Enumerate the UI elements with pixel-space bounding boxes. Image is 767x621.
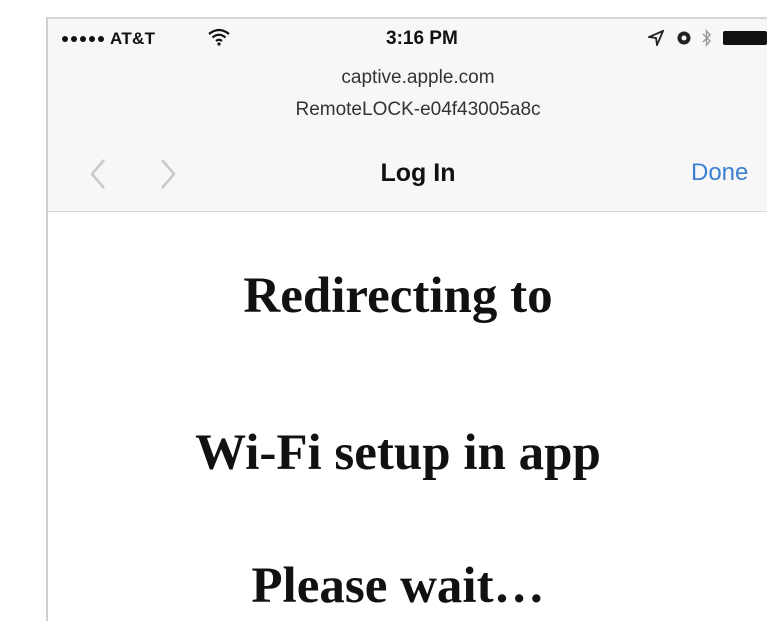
bluetooth-icon (702, 29, 711, 47)
status-time: 3:16 PM (386, 28, 458, 49)
network-name-label: RemoteLOCK-e04f43005a8c (295, 99, 541, 120)
battery-icon (723, 31, 767, 45)
domain-label: captive.apple.com (341, 67, 495, 88)
wifi-icon (208, 28, 230, 46)
page-content: Redirecting to Wi-Fi setup in app Please… (48, 212, 767, 621)
status-bar: AT&T 3:16 PM (48, 19, 767, 63)
signal-dots-icon (62, 32, 104, 46)
nav-bar: Log In Done (48, 147, 767, 209)
done-button[interactable]: Done (691, 159, 748, 187)
redirect-message-line-2: Wi-Fi setup in app (195, 425, 601, 481)
redirect-message-line-1: Redirecting to (243, 268, 553, 324)
browser-chrome: AT&T 3:16 PM captive.apple.com RemoteLOC… (48, 19, 767, 212)
alarm-icon (677, 31, 691, 45)
location-arrow-icon (648, 30, 664, 46)
redirect-message-line-3: Please wait… (251, 558, 545, 614)
phone-screen: AT&T 3:16 PM captive.apple.com RemoteLOC… (46, 17, 767, 621)
page-title: Log In (380, 159, 456, 187)
carrier-label: AT&T (110, 29, 156, 48)
